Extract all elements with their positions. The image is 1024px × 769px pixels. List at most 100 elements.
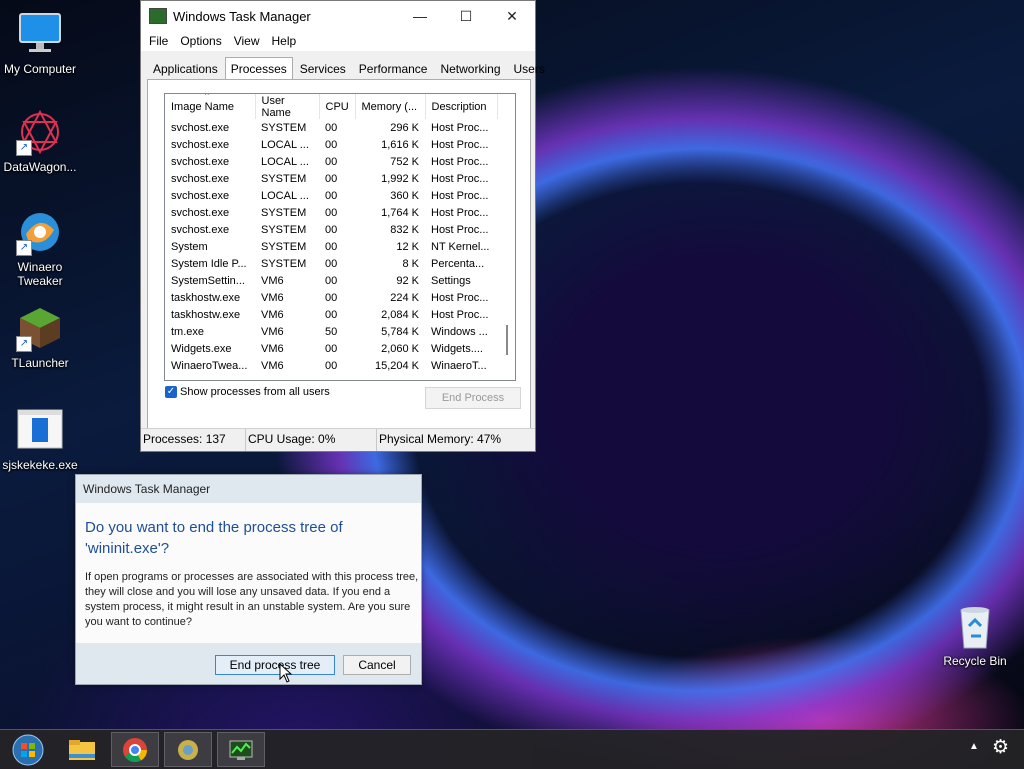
cell-image-name: tm.exe bbox=[171, 325, 205, 338]
start-button[interactable] bbox=[4, 732, 52, 767]
desktop-icon-recycle-bin[interactable]: Recycle Bin bbox=[935, 602, 1015, 668]
cell-description: Host Proc... bbox=[431, 172, 489, 185]
table-row[interactable]: svchost.exe LOCAL ... 00 1,616 K Host Proc..… bbox=[165, 136, 497, 153]
column-header-image-name[interactable]: ^ Image Name bbox=[165, 94, 256, 119]
cell-image-name: System Idle P... bbox=[171, 257, 247, 270]
taskbar-task-manager[interactable] bbox=[217, 732, 265, 767]
cell-cpu: 00 bbox=[325, 172, 338, 185]
title-bar[interactable]: Windows Task Manager — ☐ ✕ bbox=[141, 1, 535, 31]
cell-user-name: LOCAL ... bbox=[261, 155, 309, 168]
show-hidden-icons-chevron[interactable]: ▲ bbox=[969, 741, 979, 752]
table-row[interactable]: System SYSTEM 00 12 K NT Kernel... bbox=[165, 238, 497, 255]
cell-image-name: System bbox=[171, 240, 208, 253]
table-row[interactable]: WinaeroTwea... VM6 00 15,204 K WinaeroT... bbox=[165, 357, 497, 374]
cell-memory: 360 K bbox=[390, 189, 419, 202]
tab-strip: Applications Processes Services Performa… bbox=[147, 57, 552, 81]
desktop-icon-winaero-tweaker[interactable]: ↗ Winaero Tweaker bbox=[0, 208, 80, 288]
column-header-user-name[interactable]: User Name bbox=[255, 94, 320, 119]
menu-help[interactable]: Help bbox=[266, 34, 303, 48]
minimize-icon[interactable]: — bbox=[397, 1, 443, 31]
winaero-icon: ↗ bbox=[16, 208, 64, 256]
cell-description: WinaeroT... bbox=[431, 359, 487, 372]
cell-image-name: svchost.exe bbox=[171, 172, 230, 185]
taskbar-chrome-alt[interactable] bbox=[164, 732, 212, 767]
cell-cpu: 00 bbox=[325, 121, 338, 134]
cell-image-name: WinaeroTwea... bbox=[171, 359, 248, 372]
cell-image-name: svchost.exe bbox=[171, 189, 230, 202]
cell-cpu: 50 bbox=[325, 325, 338, 338]
desktop-icon-tlauncher[interactable]: ↗ TLauncher bbox=[0, 304, 80, 370]
table-row[interactable]: svchost.exe SYSTEM 00 832 K Host Proc... bbox=[165, 221, 497, 238]
desktop-icon-my-computer[interactable]: My Computer bbox=[0, 10, 80, 76]
table-row[interactable]: taskhostw.exe VM6 00 2,084 K Host Proc... bbox=[165, 306, 497, 323]
table-row[interactable]: Widgets.exe VM6 00 2,060 K Widgets.... bbox=[165, 340, 497, 357]
status-processes: Processes: 137 bbox=[141, 429, 246, 451]
cell-description: Widgets.... bbox=[431, 342, 483, 355]
end-process-button[interactable]: End Process bbox=[425, 387, 521, 409]
cell-user-name: SYSTEM bbox=[261, 172, 307, 185]
datawagon-icon: ↗ bbox=[16, 108, 64, 156]
menu-file[interactable]: File bbox=[143, 34, 174, 48]
taskbar: ▲ ⚙ bbox=[0, 729, 1024, 769]
scrollbar-thumb[interactable] bbox=[506, 325, 508, 355]
table-row[interactable]: taskhostw.exe VM6 00 224 K Host Proc... bbox=[165, 289, 497, 306]
tab-services[interactable]: Services bbox=[294, 57, 352, 80]
tab-processes[interactable]: Processes bbox=[224, 57, 293, 81]
cell-description: Percenta... bbox=[431, 257, 485, 270]
cell-user-name: VM6 bbox=[261, 291, 284, 304]
tab-applications[interactable]: Applications bbox=[147, 57, 224, 80]
table-row[interactable]: tm.exe VM6 50 5,784 K Windows ... bbox=[165, 323, 497, 340]
taskbar-chrome[interactable] bbox=[111, 732, 159, 767]
process-table: ^ Image Name User Name CPU Memory (... De… bbox=[165, 94, 498, 374]
cell-memory: 5,784 K bbox=[381, 325, 419, 338]
cell-description: Host Proc... bbox=[431, 223, 489, 236]
table-row[interactable]: svchost.exe SYSTEM 00 296 K Host Proc... bbox=[165, 119, 497, 136]
process-list[interactable]: ^ Image Name User Name CPU Memory (... De… bbox=[164, 93, 516, 381]
close-icon[interactable]: ✕ bbox=[489, 1, 535, 31]
cell-memory: 1,992 K bbox=[381, 172, 419, 185]
menu-view[interactable]: View bbox=[228, 34, 266, 48]
cell-description: Host Proc... bbox=[431, 308, 489, 321]
dialog-body: Do you want to end the process tree of '… bbox=[76, 503, 421, 643]
cell-image-name: SystemSettin... bbox=[171, 274, 245, 287]
settings-gear-icon[interactable]: ⚙ bbox=[992, 736, 1009, 759]
tab-users[interactable]: Users bbox=[508, 57, 551, 80]
menu-options[interactable]: Options bbox=[174, 34, 227, 48]
table-row[interactable]: svchost.exe LOCAL ... 00 360 K Host Proc... bbox=[165, 187, 497, 204]
cell-user-name: LOCAL ... bbox=[261, 189, 309, 202]
shortcut-arrow-icon: ↗ bbox=[16, 240, 32, 256]
cell-cpu: 00 bbox=[325, 155, 338, 168]
cell-image-name: taskhostw.exe bbox=[171, 291, 241, 304]
column-header-description[interactable]: Description bbox=[425, 94, 498, 119]
column-header-memory[interactable]: Memory (... bbox=[355, 94, 426, 119]
desktop-icon-sjskekeke[interactable]: sjskekeke.exe bbox=[0, 406, 80, 472]
task-manager-window: Windows Task Manager — ☐ ✕ File Options … bbox=[140, 0, 545, 452]
table-row[interactable]: svchost.exe SYSTEM 00 1,992 K Host Proc... bbox=[165, 170, 497, 187]
vertical-scrollbar[interactable] bbox=[498, 94, 515, 380]
window-title: Windows Task Manager bbox=[173, 8, 311, 24]
cancel-button[interactable]: Cancel bbox=[343, 655, 411, 675]
taskbar-file-explorer[interactable] bbox=[58, 732, 106, 767]
cell-image-name: svchost.exe bbox=[171, 155, 230, 168]
status-physical-memory: Physical Memory: 47% bbox=[379, 432, 502, 446]
cell-cpu: 00 bbox=[325, 291, 338, 304]
table-row[interactable]: System Idle P... SYSTEM 00 8 K Percenta... bbox=[165, 255, 497, 272]
show-all-users-checkbox[interactable]: ✓ Show processes from all users bbox=[165, 386, 330, 398]
cell-memory: 2,060 K bbox=[381, 342, 419, 355]
cell-description: Settings bbox=[431, 274, 471, 287]
cell-memory: 2,084 K bbox=[381, 308, 419, 321]
table-row[interactable]: svchost.exe SYSTEM 00 1,764 K Host Proc... bbox=[165, 204, 497, 221]
cell-description: Host Proc... bbox=[431, 155, 489, 168]
maximize-icon[interactable]: ☐ bbox=[443, 1, 489, 31]
end-process-tree-button[interactable]: End process tree bbox=[215, 655, 335, 675]
desktop-icon-datawagon[interactable]: ↗ DataWagon... bbox=[0, 108, 80, 174]
tab-networking[interactable]: Networking bbox=[434, 57, 506, 80]
table-row[interactable]: SystemSettin... VM6 00 92 K Settings bbox=[165, 272, 497, 289]
checkbox-checked-icon: ✓ bbox=[165, 386, 177, 398]
task-manager-icon bbox=[149, 8, 167, 24]
tab-performance[interactable]: Performance bbox=[353, 57, 434, 80]
end-process-tree-dialog: Windows Task Manager Do you want to end … bbox=[75, 474, 422, 685]
cell-description: Host Proc... bbox=[431, 138, 489, 151]
table-row[interactable]: svchost.exe LOCAL ... 00 752 K Host Proc... bbox=[165, 153, 497, 170]
column-header-cpu[interactable]: CPU bbox=[319, 94, 356, 119]
